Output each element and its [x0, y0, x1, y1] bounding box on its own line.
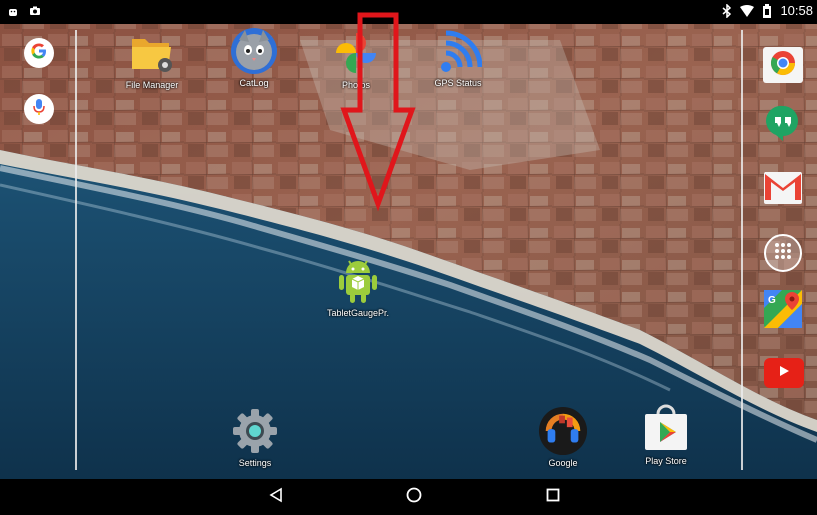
app-label: Settings — [238, 458, 272, 468]
home-icon — [405, 486, 423, 509]
app-label: CatLog — [239, 78, 269, 88]
app-drawer-icon — [774, 242, 792, 265]
voice-search-button[interactable] — [24, 94, 54, 124]
android-icon — [6, 4, 20, 18]
navigation-bar — [0, 479, 817, 515]
app-drawer-button[interactable] — [764, 234, 802, 272]
google-search-icon — [29, 41, 49, 66]
clock: 10:58 — [780, 3, 813, 18]
cat-icon — [229, 26, 279, 76]
hangouts-icon — [766, 104, 800, 147]
right-panel-divider — [741, 30, 743, 470]
app-label: Play Store — [645, 456, 687, 466]
maps-icon: G — [764, 289, 802, 333]
left-panel-divider — [75, 30, 77, 470]
svg-text:G: G — [768, 295, 776, 306]
back-icon — [268, 487, 284, 508]
gmail-icon — [765, 171, 801, 205]
app-settings[interactable]: Settings — [205, 406, 305, 468]
dock-gmail[interactable] — [764, 171, 802, 205]
app-gps-status[interactable]: GPS Status — [408, 26, 508, 88]
settings-gear-icon — [230, 406, 280, 456]
folder-icon — [127, 28, 177, 78]
dock-youtube[interactable] — [764, 358, 804, 388]
app-label: Google — [548, 458, 578, 468]
app-google[interactable]: Google — [513, 406, 613, 468]
google-search-button[interactable] — [24, 38, 54, 68]
google-music-icon — [538, 406, 588, 456]
chrome-icon — [769, 49, 797, 82]
camera-icon — [28, 4, 42, 18]
app-label: GPS Status — [434, 78, 482, 88]
wifi-icon — [740, 4, 755, 18]
recents-icon — [545, 487, 561, 508]
home-screen: 10:58 File Manager CatLog Photos GPS Sta… — [0, 0, 817, 515]
gps-signal-icon — [433, 26, 483, 76]
bluetooth-icon — [720, 3, 734, 18]
app-play-store[interactable]: Play Store — [616, 404, 716, 466]
dock-hangouts[interactable] — [766, 105, 800, 143]
play-store-icon — [641, 404, 691, 454]
battery-icon — [760, 3, 774, 18]
dock-chrome[interactable] — [763, 47, 803, 83]
app-label: TabletGaugePr. — [326, 308, 390, 318]
app-catlog[interactable]: CatLog — [204, 26, 304, 88]
microphone-icon — [32, 98, 46, 121]
dock-maps[interactable]: G — [764, 289, 802, 333]
youtube-icon — [777, 364, 791, 383]
annotation-arrow — [340, 12, 416, 212]
app-file-manager[interactable]: File Manager — [102, 28, 202, 90]
app-label: File Manager — [125, 80, 179, 90]
android-robot-icon — [333, 256, 383, 306]
app-tabletgauge[interactable]: TabletGaugePr. — [308, 256, 408, 318]
home-button[interactable] — [401, 485, 427, 509]
recents-button[interactable] — [540, 485, 566, 509]
back-button[interactable] — [263, 485, 289, 509]
